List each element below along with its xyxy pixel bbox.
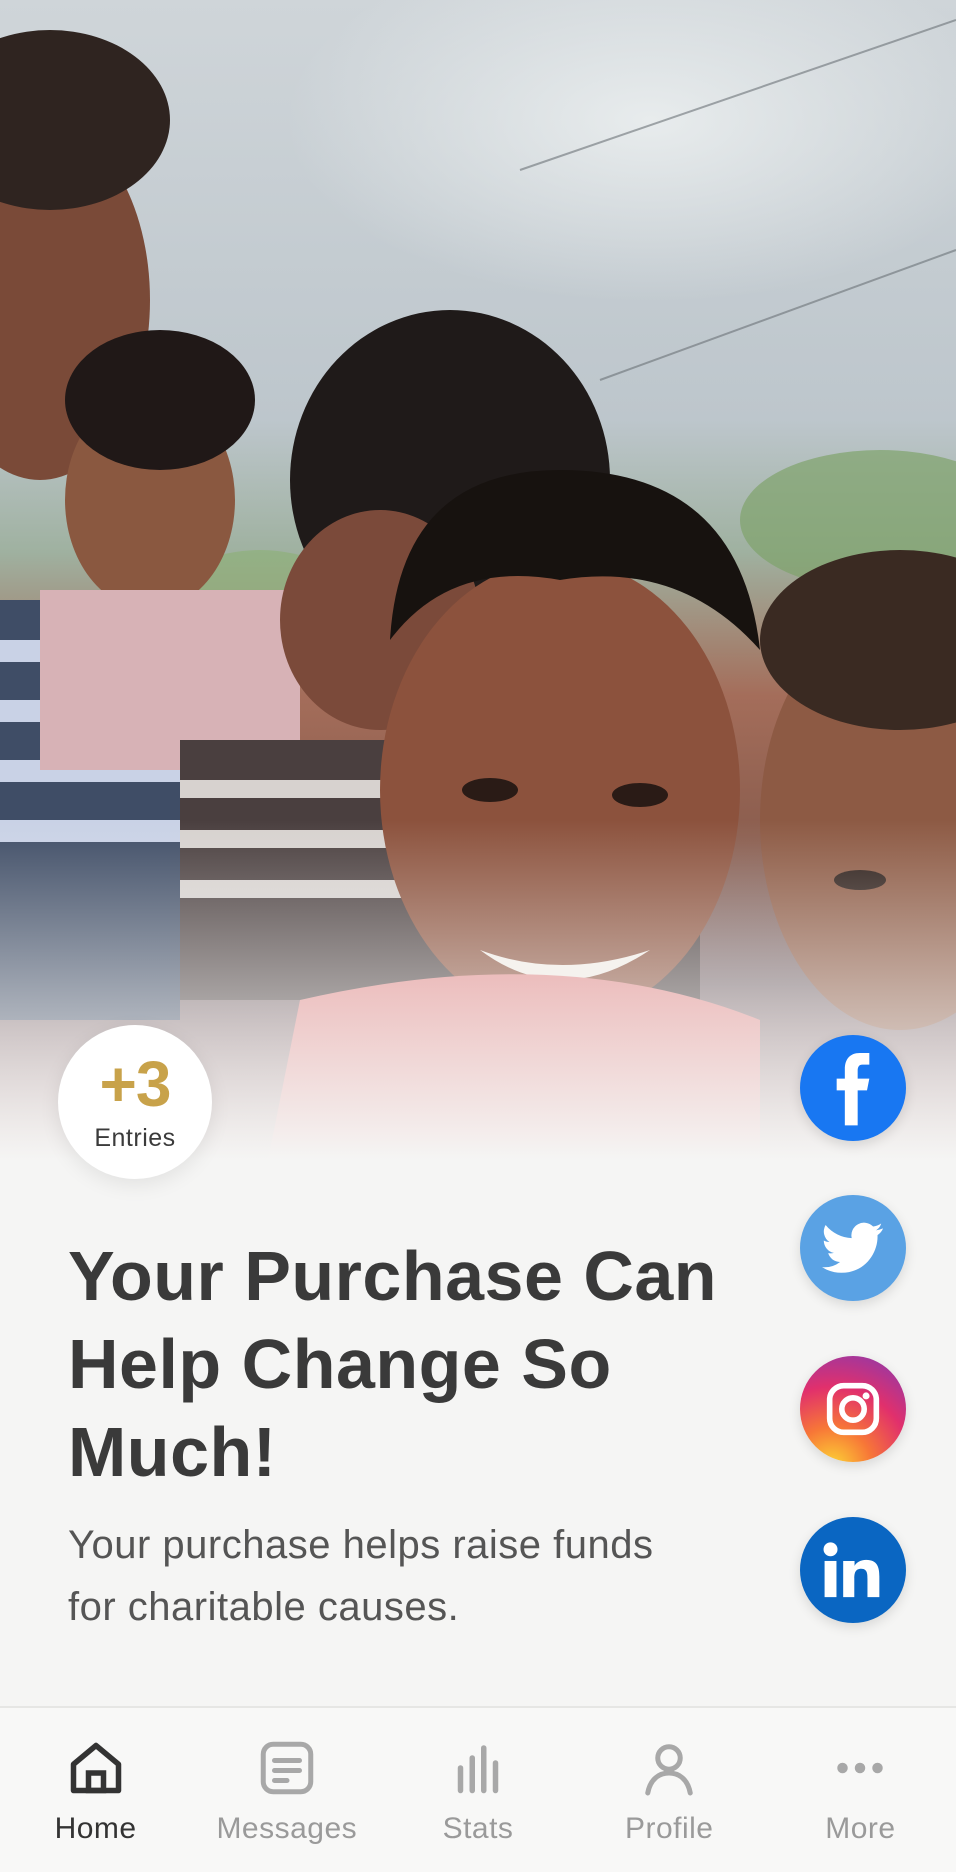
linkedin-icon: [823, 1542, 880, 1598]
tab-profile[interactable]: Profile: [574, 1708, 765, 1872]
instagram-icon: [826, 1382, 880, 1436]
entries-label: Entries: [94, 1123, 176, 1152]
facebook-share-button[interactable]: [800, 1035, 906, 1141]
subtext: Your purchase helps raise funds for char…: [68, 1523, 654, 1629]
instagram-share-button[interactable]: [800, 1356, 906, 1462]
tab-home[interactable]: Home: [0, 1708, 191, 1872]
facebook-icon: [836, 1053, 870, 1126]
tab-stats[interactable]: Stats: [382, 1708, 573, 1872]
headline: Your Purchase Can Help Change So Much!: [68, 1237, 718, 1491]
tab-messages-label: Messages: [216, 1812, 358, 1845]
hero-image: [0, 0, 956, 1200]
entries-count: +3: [99, 1047, 172, 1120]
stats-icon: [446, 1736, 510, 1800]
entries-badge: +3 Entries: [58, 1025, 212, 1179]
twitter-share-button[interactable]: [800, 1195, 906, 1301]
linkedin-share-button[interactable]: [800, 1517, 906, 1623]
profile-icon: [637, 1736, 701, 1800]
tab-more-label: More: [825, 1812, 896, 1845]
tab-home-label: Home: [54, 1812, 137, 1845]
home-icon: [64, 1736, 128, 1800]
bottom-tab-bar: Home Messages Stats Profile More: [0, 1706, 956, 1872]
tab-messages[interactable]: Messages: [191, 1708, 382, 1872]
tab-profile-label: Profile: [624, 1812, 714, 1845]
messages-icon: [255, 1736, 319, 1800]
twitter-icon: [822, 1222, 883, 1273]
more-icon: [828, 1736, 892, 1800]
tab-more[interactable]: More: [765, 1708, 956, 1872]
tab-stats-label: Stats: [442, 1812, 514, 1845]
